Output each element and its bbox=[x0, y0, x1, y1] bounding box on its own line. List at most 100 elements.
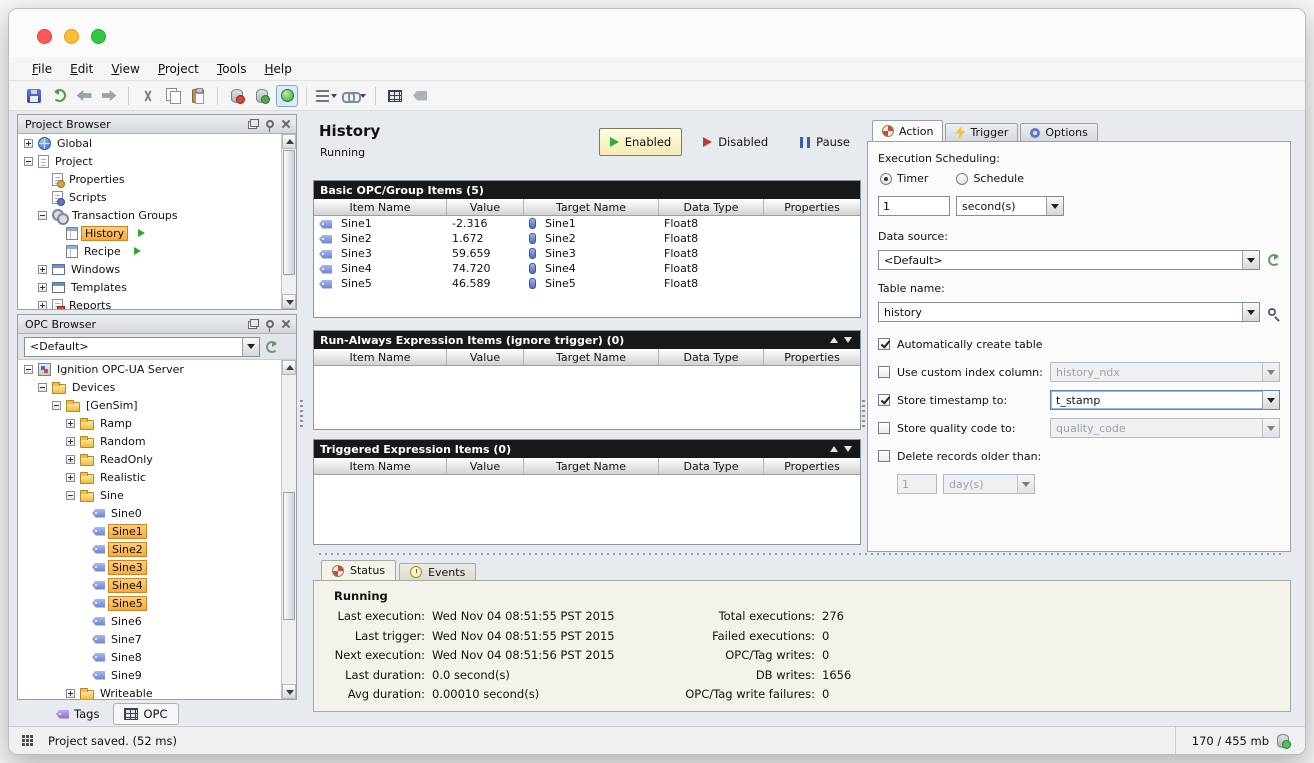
paste-button[interactable] bbox=[187, 85, 209, 107]
column-header[interactable]: Item Name bbox=[314, 199, 447, 215]
store-timestamp-checkbox[interactable] bbox=[878, 394, 890, 406]
tree-item-sine9[interactable]: Sine9 bbox=[18, 666, 281, 684]
column-header[interactable]: Target Name bbox=[524, 199, 659, 215]
tree-item-realistic[interactable]: Realistic bbox=[18, 468, 281, 486]
tree-item-project[interactable]: Project bbox=[18, 152, 281, 170]
tree-item-sine4[interactable]: Sine4 bbox=[18, 576, 281, 594]
tree-item-gensim[interactable]: [GenSim] bbox=[18, 396, 281, 414]
tree-expander[interactable] bbox=[24, 157, 33, 166]
vertical-scrollbar[interactable] bbox=[281, 134, 296, 309]
schedule-radio[interactable]: Schedule bbox=[956, 172, 1024, 185]
scroll-down-button[interactable] bbox=[282, 684, 296, 699]
tree-expander[interactable] bbox=[38, 283, 47, 292]
tab-tags[interactable]: Tags bbox=[45, 703, 110, 725]
tree-item-transaction-groups[interactable]: Transaction Groups bbox=[18, 206, 281, 224]
table-column-headers[interactable]: Item Name Value Target Name Data Type Pr… bbox=[314, 458, 860, 475]
scrollbar-thumb[interactable] bbox=[283, 492, 295, 620]
collapse-up-icon[interactable] bbox=[830, 337, 838, 343]
column-header[interactable]: Item Name bbox=[314, 349, 447, 365]
timer-unit-select[interactable]: second(s) bbox=[956, 196, 1064, 216]
tree-expander[interactable] bbox=[38, 211, 47, 220]
vertical-scrollbar[interactable] bbox=[281, 360, 296, 699]
opc-quick-client-button[interactable] bbox=[276, 85, 298, 107]
column-header[interactable]: Target Name bbox=[524, 349, 659, 365]
tree-expander[interactable] bbox=[66, 491, 75, 500]
db-export-button[interactable] bbox=[226, 85, 248, 107]
disabled-button[interactable]: Disabled bbox=[692, 128, 779, 156]
collapse-up-icon[interactable] bbox=[830, 446, 838, 452]
refresh-icon[interactable] bbox=[266, 341, 278, 353]
collapse-down-icon[interactable] bbox=[844, 337, 852, 343]
column-header[interactable]: Value bbox=[447, 199, 524, 215]
tree-expander[interactable] bbox=[52, 401, 61, 410]
undo-button[interactable] bbox=[73, 85, 95, 107]
data-source-select[interactable]: <Default> bbox=[878, 250, 1260, 270]
tree-item-sine1[interactable]: Sine1 bbox=[18, 522, 281, 540]
enabled-button[interactable]: Enabled bbox=[599, 128, 682, 156]
tab-opc[interactable]: OPC bbox=[113, 703, 178, 725]
table-tool-button[interactable] bbox=[384, 85, 406, 107]
table-row[interactable]: Sine3 59.659 Sine3 Float8 bbox=[314, 246, 860, 261]
column-header[interactable]: Properties bbox=[764, 349, 860, 365]
tree-expander[interactable] bbox=[24, 365, 33, 374]
tab-status[interactable]: Status bbox=[321, 560, 396, 580]
list-options-button[interactable] bbox=[315, 85, 338, 107]
tree-expander[interactable] bbox=[66, 419, 75, 428]
column-header[interactable]: Value bbox=[447, 349, 524, 365]
close-panel-icon[interactable] bbox=[281, 319, 291, 329]
scroll-down-button[interactable] bbox=[282, 294, 296, 309]
tree-item-sine7[interactable]: Sine7 bbox=[18, 630, 281, 648]
auto-create-checkbox[interactable] bbox=[878, 338, 890, 350]
menu-project[interactable]: Project bbox=[149, 60, 208, 78]
tree-item-random[interactable]: Random bbox=[18, 432, 281, 450]
grid-handle-icon[interactable] bbox=[21, 734, 34, 747]
save-button[interactable] bbox=[23, 85, 45, 107]
table-row[interactable]: Sine2 1.672 Sine2 Float8 bbox=[314, 231, 860, 246]
tag-tool-button[interactable] bbox=[409, 85, 431, 107]
tree-expander[interactable] bbox=[38, 265, 47, 274]
refresh-icon[interactable] bbox=[1268, 254, 1280, 266]
table-name-select[interactable]: history bbox=[878, 302, 1260, 322]
delete-older-checkbox[interactable] bbox=[878, 450, 890, 462]
float-panel-icon[interactable] bbox=[248, 119, 259, 129]
tree-item-sine8[interactable]: Sine8 bbox=[18, 648, 281, 666]
tree-item-sine2[interactable]: Sine2 bbox=[18, 540, 281, 558]
tree-expander[interactable] bbox=[66, 473, 75, 482]
close-window-button[interactable] bbox=[37, 29, 52, 44]
table-row[interactable]: Sine5 46.589 Sine5 Float8 bbox=[314, 276, 860, 291]
tree-item-sine5[interactable]: Sine5 bbox=[18, 594, 281, 612]
tree-expander[interactable] bbox=[66, 689, 75, 698]
tree-item-readonly[interactable]: ReadOnly bbox=[18, 450, 281, 468]
column-header[interactable]: Data Type bbox=[659, 199, 764, 215]
minimize-window-button[interactable] bbox=[64, 29, 79, 44]
timer-interval-input[interactable] bbox=[878, 196, 950, 216]
scroll-up-button[interactable] bbox=[282, 360, 296, 375]
tree-expander[interactable] bbox=[24, 139, 33, 148]
timestamp-column-select[interactable]: t_stamp bbox=[1050, 390, 1280, 410]
tree-item-sine0[interactable]: Sine0 bbox=[18, 504, 281, 522]
tree-item-properties[interactable]: Properties bbox=[18, 170, 281, 188]
copy-button[interactable] bbox=[162, 85, 184, 107]
table-row[interactable]: Sine1 -2.316 Sine1 Float8 bbox=[314, 216, 860, 231]
pause-button[interactable]: Pause bbox=[789, 128, 861, 156]
column-header[interactable]: Target Name bbox=[524, 458, 659, 474]
column-header[interactable]: Properties bbox=[764, 458, 860, 474]
store-quality-checkbox[interactable] bbox=[878, 422, 890, 434]
basic-items-title-bar[interactable]: Basic OPC/Group Items (5) bbox=[314, 181, 860, 199]
tree-item-global[interactable]: Global bbox=[18, 134, 281, 152]
tree-expander[interactable] bbox=[66, 437, 75, 446]
timer-radio[interactable]: Timer bbox=[880, 172, 928, 185]
scrollbar-thumb[interactable] bbox=[283, 150, 295, 275]
opc-browser-header[interactable]: OPC Browser bbox=[18, 315, 296, 334]
update-project-button[interactable] bbox=[48, 85, 70, 107]
tree-item-windows[interactable]: Windows bbox=[18, 260, 281, 278]
tree-item-recipe[interactable]: Recipe bbox=[18, 242, 281, 260]
menu-edit[interactable]: Edit bbox=[61, 60, 102, 78]
tree-item-sine[interactable]: Sine bbox=[18, 486, 281, 504]
column-header[interactable]: Data Type bbox=[659, 458, 764, 474]
tree-item-ramp[interactable]: Ramp bbox=[18, 414, 281, 432]
tree-item-opc-server[interactable]: Ignition OPC-UA Server bbox=[18, 360, 281, 378]
close-panel-icon[interactable] bbox=[281, 119, 291, 129]
tree-item-writeable[interactable]: Writeable bbox=[18, 684, 281, 699]
redo-button[interactable] bbox=[98, 85, 120, 107]
